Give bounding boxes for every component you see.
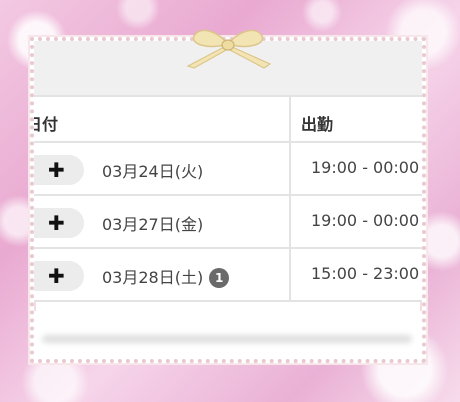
row-shift-time: 19:00 - 00:00 — [311, 211, 420, 230]
schedule-table: 日付 出勤 ✚ 03月24日(火) 19:00 - 00:00 ✚ 03月27日… — [34, 95, 422, 302]
row-shift-time: 15:00 - 23:00 — [311, 264, 420, 283]
expand-row-button[interactable]: ✚ — [34, 155, 84, 185]
row-date-label: 03月24日(火) — [102, 162, 204, 181]
row-date-label: 03月28日(土) — [102, 268, 204, 287]
row-shift-time: 19:00 - 00:00 — [311, 158, 420, 177]
column-divider — [289, 196, 291, 247]
table-row: ✚ 03月24日(火) 19:00 - 00:00 — [34, 143, 422, 196]
row-date: 03月24日(火) — [102, 158, 203, 182]
card-footer-band — [34, 311, 422, 359]
schedule-card: 日付 出勤 ✚ 03月24日(火) 19:00 - 00:00 ✚ 03月27日… — [30, 37, 426, 363]
expand-row-button[interactable]: ✚ — [34, 261, 84, 291]
count-badge: 1 — [209, 268, 230, 288]
column-divider — [289, 143, 291, 194]
row-date-label: 03月27日(金) — [102, 215, 204, 234]
expand-row-button[interactable]: ✚ — [34, 208, 84, 238]
blurred-footer-text — [42, 335, 412, 343]
column-header-date: 日付 — [34, 115, 59, 134]
table-header-row: 日付 出勤 — [34, 95, 422, 143]
plus-icon: ✚ — [48, 211, 65, 235]
table-row: ✚ 03月27日(金) 19:00 - 00:00 — [34, 196, 422, 249]
column-divider — [289, 249, 291, 300]
column-header-shift: 出勤 — [301, 115, 334, 134]
row-date: 03月28日(土) 1 — [102, 264, 230, 288]
column-divider — [289, 97, 291, 141]
plus-icon: ✚ — [48, 264, 65, 288]
plus-icon: ✚ — [48, 158, 65, 182]
table-row: ✚ 03月28日(土) 1 15:00 - 23:00 — [34, 249, 422, 302]
ribbon-bow-icon — [186, 29, 272, 69]
row-date: 03月27日(金) — [102, 211, 203, 235]
